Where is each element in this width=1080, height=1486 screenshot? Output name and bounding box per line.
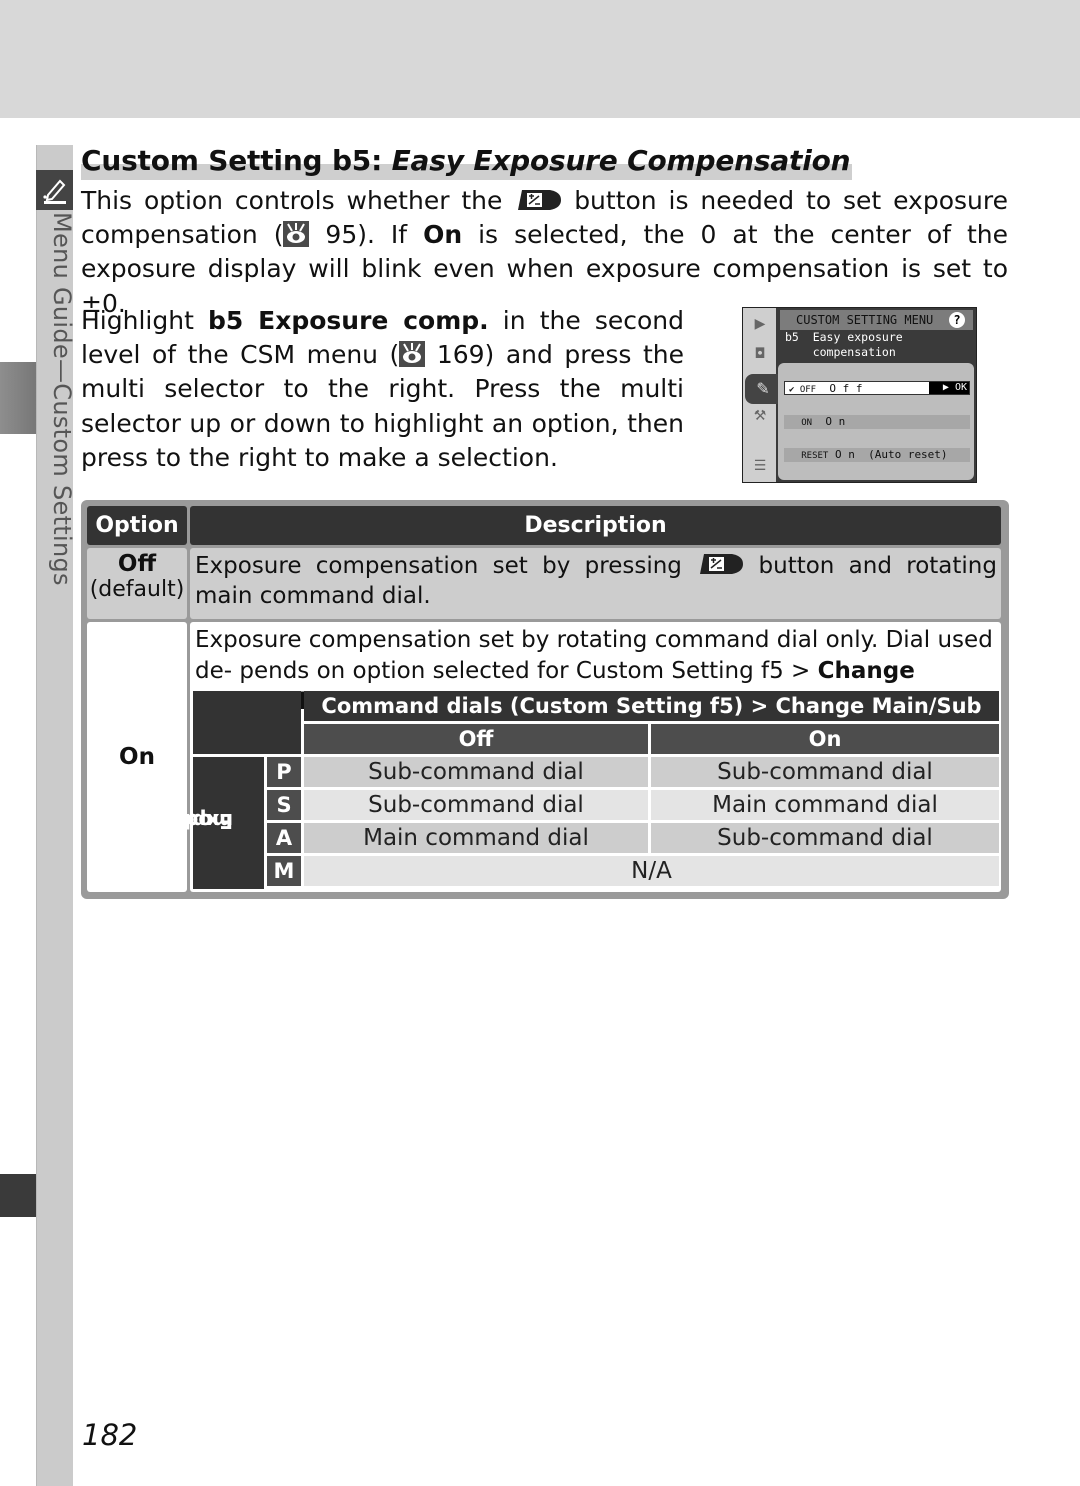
inner-column-on: On — [651, 724, 999, 754]
playback-icon: ▶ — [754, 316, 766, 332]
description-text: Exposure compensation set by pressing — [195, 553, 697, 579]
pencil-icon: ✎ — [745, 374, 781, 404]
table-cell: Sub-command dial — [651, 757, 999, 787]
page-title: Custom Setting b5: Easy Exposure Compens… — [81, 144, 853, 180]
options-table: Option Description Off (default) Exposur… — [81, 500, 1009, 899]
reference-eye-icon — [399, 341, 426, 368]
intro-paragraph: This option controls whether the button … — [81, 184, 1008, 321]
chapter-thumb-tab — [0, 362, 36, 434]
section-label-text: Menu Guide—Custom Settings — [48, 212, 76, 586]
table-cell: Sub-command dial — [304, 790, 648, 820]
chapter-thumb-tab-lower — [0, 1174, 36, 1217]
column-header-option: Option — [87, 506, 187, 545]
camera-option-off: ✔ OFF O f f ▶ OK — [784, 381, 970, 395]
option-code: RESET — [801, 451, 829, 461]
camera-menu-header-text: CUSTOM SETTING MENU — [796, 313, 934, 327]
option-note: (default) — [89, 577, 185, 602]
table-cell: Main command dial — [304, 823, 648, 853]
exposure-compensation-button-icon — [700, 554, 744, 574]
option-code: ✔ OFF — [789, 385, 817, 395]
inner-table-header: Command dials (Custom Setting f5) > Chan… — [304, 691, 999, 721]
camera-menu-item-line: compensation — [785, 345, 896, 359]
table-cell: Sub-command dial — [304, 757, 648, 787]
section-icon-box — [36, 170, 73, 210]
instructions-bold: b5 Exposure comp. — [207, 306, 489, 335]
camera-menu-header: CUSTOM SETTING MENU? — [780, 310, 973, 330]
camera-icon: ◘ — [754, 346, 766, 362]
instructions-text: Highlight — [81, 306, 208, 335]
camera-option-on: ON O n — [784, 415, 970, 429]
section-label: Menu Guide—Custom Settings — [36, 212, 76, 592]
option-name: On — [119, 744, 155, 770]
exposure-compensation-button-icon — [518, 190, 562, 210]
command-dials-table: Command dials (Custom Setting f5) > Chan… — [129, 691, 999, 889]
help-icon: ? — [949, 312, 965, 328]
exposure-mode-label: Exposure mode — [129, 757, 264, 889]
option-off-description: Exposure compensation set by pressing bu… — [190, 548, 1001, 619]
intro-text: This option controls whether the — [81, 186, 515, 215]
title-italic: Easy Exposure Compensation — [391, 144, 851, 177]
option-label: O n (Auto reset) — [834, 448, 948, 461]
table-cell: Sub-command dial — [651, 823, 999, 853]
page-number: 182 — [82, 1418, 138, 1452]
pencil-icon — [42, 179, 66, 204]
camera-menu-screenshot: ▶ ◘ ✎ ⚒ ☰ CUSTOM SETTING MENU? b5 Easy e… — [742, 307, 977, 483]
option-on-cell: On — [87, 622, 187, 892]
table-cell: Main command dial — [651, 790, 999, 820]
title-prefix: Custom Setting b5: — [81, 144, 392, 177]
option-off-cell: Off (default) — [87, 548, 187, 619]
mode-s: S — [267, 790, 301, 820]
camera-option-reset: RESET O n (Auto reset) — [784, 448, 970, 462]
instructions-paragraph: Highlight b5 Exposure comp. in the secon… — [81, 304, 684, 475]
camera-menu-tabs: ▶ ◘ ✎ ⚒ ☰ — [743, 308, 781, 482]
mode-m: M — [267, 856, 301, 886]
option-on-description: Exposure compensation set by rotating co… — [129, 622, 1001, 892]
option-name: Off — [117, 551, 157, 577]
table-cell-merged: N/A — [304, 856, 999, 886]
camera-options-panel: ✔ OFF O f f ▶ OK ON O n RESET O n (Auto r… — [778, 363, 974, 480]
inner-corner — [193, 691, 301, 754]
column-header-description: Description — [190, 506, 1001, 545]
inner-column-off: Off — [304, 724, 648, 754]
camera-menu-item-line: b5 Easy exposure — [785, 330, 903, 344]
row-group-label: mode — [170, 809, 233, 833]
intro-text: 95). If — [309, 220, 424, 250]
intro-bold: On — [423, 220, 463, 250]
camera-menu-item: b5 Easy exposure compensation — [785, 330, 903, 360]
list-icon: ☰ — [753, 458, 767, 474]
option-label: O n — [825, 415, 846, 428]
reference-eye-icon — [283, 221, 310, 248]
wrench-icon: ⚒ — [753, 408, 767, 424]
option-label: O f f — [829, 382, 863, 395]
mode-a: A — [267, 823, 301, 853]
page-top-band — [0, 0, 1080, 118]
mode-p: P — [267, 757, 301, 787]
ok-indicator: ▶ OK — [929, 382, 969, 394]
option-code: ON — [801, 418, 813, 428]
